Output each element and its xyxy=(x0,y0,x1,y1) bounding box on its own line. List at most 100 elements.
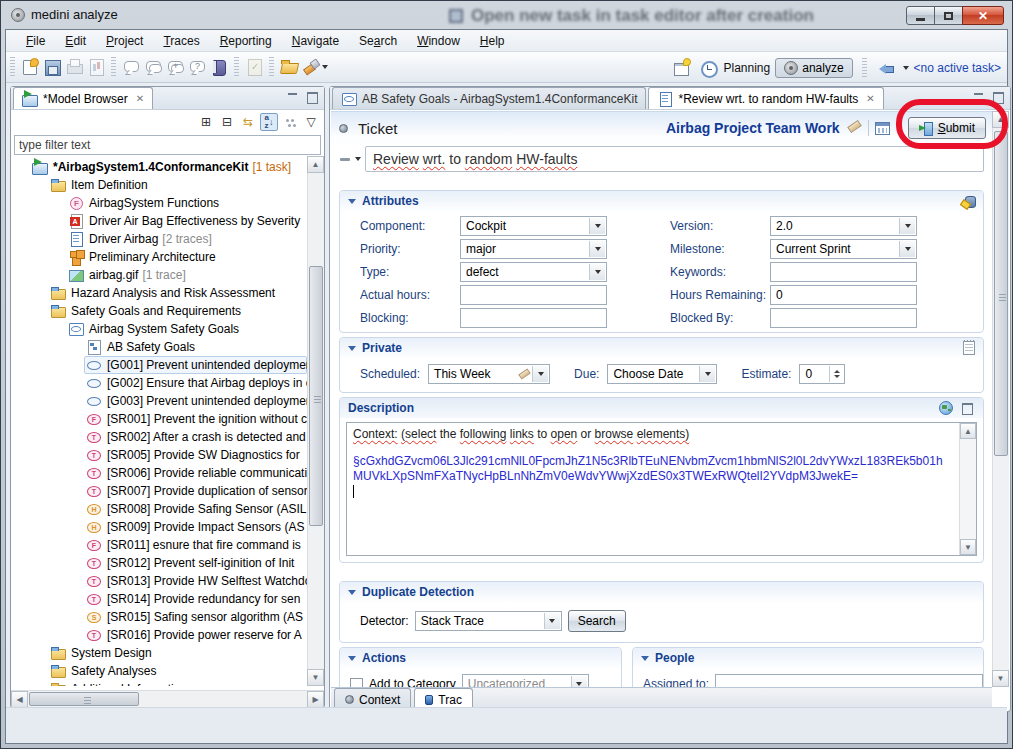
comment-add-icon[interactable]: + xyxy=(164,56,186,78)
edit-icon[interactable] xyxy=(846,120,862,136)
maximize-view-icon[interactable] xyxy=(305,91,320,104)
tree-item[interactable]: [SR015] Safing sensor algorithm (AS xyxy=(11,608,307,626)
titlebar[interactable]: Open new task in task editor after creat… xyxy=(1,1,1012,29)
browser-icon[interactable] xyxy=(939,401,953,415)
detector-select[interactable]: Stack Trace xyxy=(415,611,562,631)
attr-field[interactable] xyxy=(770,308,917,328)
tree-item[interactable]: airbag.gif[1 trace] xyxy=(11,266,307,284)
priority-icon[interactable] xyxy=(339,153,351,165)
attributes-header[interactable]: Attributes xyxy=(340,191,983,211)
actions-header[interactable]: Actions xyxy=(340,648,621,668)
maximize-button[interactable] xyxy=(934,6,963,25)
filter-input[interactable]: type filter text xyxy=(14,135,321,155)
report-icon[interactable] xyxy=(85,56,107,78)
editor-tab-review[interactable]: *Review wrt. to random HW-faults ✕ xyxy=(648,87,883,109)
attr-field[interactable]: defect xyxy=(460,262,607,282)
duplicate-detection-header[interactable]: Duplicate Detection xyxy=(340,582,983,602)
tree-item[interactable]: [SR007] Provide duplication of sensors xyxy=(11,482,307,500)
tree-item[interactable]: [G003] Prevent unintended deployment xyxy=(11,392,307,410)
minimize-view-icon[interactable] xyxy=(286,91,301,104)
attr-field[interactable]: 0 xyxy=(770,285,917,305)
tree-item[interactable]: *AirbagSystem1.4ConformanceKit[1 task] xyxy=(11,158,307,176)
due-select[interactable]: Choose Date xyxy=(607,364,717,384)
menu-project[interactable]: Project xyxy=(96,31,153,51)
tree-vscrollbar[interactable]: ▲ ▼ xyxy=(307,156,324,686)
maximize-description-icon[interactable] xyxy=(960,402,975,415)
menu-edit[interactable]: Edit xyxy=(55,31,96,51)
tree-item[interactable]: Hazard Analysis and Risk Assessment xyxy=(11,284,307,302)
model-browser-tab[interactable]: *Model Browser ✕ xyxy=(13,87,153,109)
comment-find-icon[interactable]: ? xyxy=(186,56,208,78)
tree-item[interactable]: [SR016] Provide power reserve for A xyxy=(11,626,307,644)
menu-traces[interactable]: Traces xyxy=(153,31,209,51)
priority-dropdown[interactable] xyxy=(355,157,361,161)
task-title-input[interactable]: Review wrt. to random HW-faults xyxy=(365,146,984,172)
filters-icon[interactable] xyxy=(281,113,299,131)
planning-perspective-label[interactable]: Planning xyxy=(724,61,771,75)
attr-field[interactable]: Cockpit xyxy=(460,216,607,236)
close-tab-icon[interactable]: ✕ xyxy=(136,93,144,104)
print-icon[interactable] xyxy=(63,56,85,78)
tree-item[interactable]: [SR006] Provide reliable communication xyxy=(11,464,307,482)
tree-item[interactable]: Airbag System Safety Goals xyxy=(11,320,307,338)
people-header[interactable]: People xyxy=(633,648,983,668)
tree-item[interactable]: [SR009] Provide Impact Sensors (AS xyxy=(11,518,307,536)
notes-icon[interactable] xyxy=(963,341,975,355)
new-icon[interactable] xyxy=(19,56,41,78)
tree-item[interactable]: Safety Analyses xyxy=(11,662,307,680)
maximize-editor-icon[interactable] xyxy=(991,91,1006,104)
save-icon[interactable] xyxy=(41,56,63,78)
open-perspective-icon[interactable] xyxy=(670,57,692,79)
attributes-edit-icon[interactable] xyxy=(961,194,975,208)
expand-all-icon[interactable]: ⊞ xyxy=(197,113,215,131)
tree-item[interactable]: Additional Information xyxy=(11,680,307,686)
close-button[interactable]: ✕ xyxy=(962,6,1004,25)
menu-window[interactable]: Window xyxy=(407,31,470,51)
category-select[interactable]: Uncategorized xyxy=(462,674,589,687)
tree-item[interactable]: [G002] Ensure that Airbag deploys in cas… xyxy=(11,374,307,392)
close-tab-icon[interactable]: ✕ xyxy=(866,93,874,104)
tree-item[interactable]: [SR008] Provide Safing Sensor (ASIL xyxy=(11,500,307,518)
comments-icon[interactable] xyxy=(142,56,164,78)
project-link[interactable]: Airbag Project Team Work xyxy=(666,120,840,136)
assigned-to-input[interactable] xyxy=(715,674,983,687)
link-editor-icon[interactable]: ⇆ xyxy=(239,113,257,131)
tree-item[interactable]: [SR012] Prevent self-iginition of Init xyxy=(11,554,307,572)
back-arrow-icon[interactable] xyxy=(876,57,898,79)
scheduled-select[interactable]: This Week xyxy=(428,364,550,384)
tree-hscrollbar[interactable]: ◀ ▶ xyxy=(11,690,324,707)
tree-item[interactable]: [SR005] Provide SW Diagnostics for xyxy=(11,446,307,464)
submit-button[interactable]: Submit xyxy=(908,117,986,139)
attr-field[interactable]: 2.0 xyxy=(770,216,917,236)
minimize-button[interactable] xyxy=(906,6,935,25)
analyze-perspective-button[interactable]: analyze xyxy=(775,58,852,78)
menu-navigate[interactable]: Navigate xyxy=(282,31,349,51)
open-folder-icon[interactable] xyxy=(278,56,300,78)
tree-item[interactable]: System Design xyxy=(11,644,307,662)
view-menu-icon[interactable]: ▽ xyxy=(302,113,320,131)
tree-item[interactable]: [SR001] Prevent the ignition without cra… xyxy=(11,410,307,428)
comment-icon[interactable] xyxy=(120,56,142,78)
minimize-editor-icon[interactable] xyxy=(972,91,987,104)
tree-item[interactable]: [SR013] Provide HW Selftest Watchdog xyxy=(11,572,307,590)
task-check-icon[interactable] xyxy=(243,56,265,78)
tree-item[interactable]: [SR014] Provide redundancy for sen xyxy=(11,590,307,608)
form-scrollbar[interactable]: ▲ ▼ xyxy=(992,111,1009,687)
menu-search[interactable]: Search xyxy=(349,31,407,51)
task-history-dropdown[interactable] xyxy=(903,66,909,70)
search-button[interactable]: Search xyxy=(568,610,626,632)
paint-icon[interactable] xyxy=(300,56,322,78)
sort-az-icon[interactable]: az↓ xyxy=(260,113,278,131)
tree-item[interactable]: AB Safety Goals xyxy=(11,338,307,356)
calendar-dropdown[interactable] xyxy=(896,126,902,130)
private-header[interactable]: Private xyxy=(340,338,983,358)
attr-field[interactable] xyxy=(460,308,607,328)
tree-item[interactable]: Safety Goals and Requirements xyxy=(11,302,307,320)
journal-icon[interactable] xyxy=(208,56,230,78)
collapse-all-icon[interactable]: ⊟ xyxy=(218,113,236,131)
tree-item[interactable]: [SR011] esnure that fire command is xyxy=(11,536,307,554)
tree-item[interactable]: AirbagSystem Functions xyxy=(11,194,307,212)
attr-field[interactable] xyxy=(460,285,607,305)
attr-field[interactable]: Current Sprint xyxy=(770,239,917,259)
context-link[interactable]: §cGxhdGZvcm06L3Jlc291cmNlL0FpcmJhZ1N5c3R… xyxy=(353,454,952,484)
